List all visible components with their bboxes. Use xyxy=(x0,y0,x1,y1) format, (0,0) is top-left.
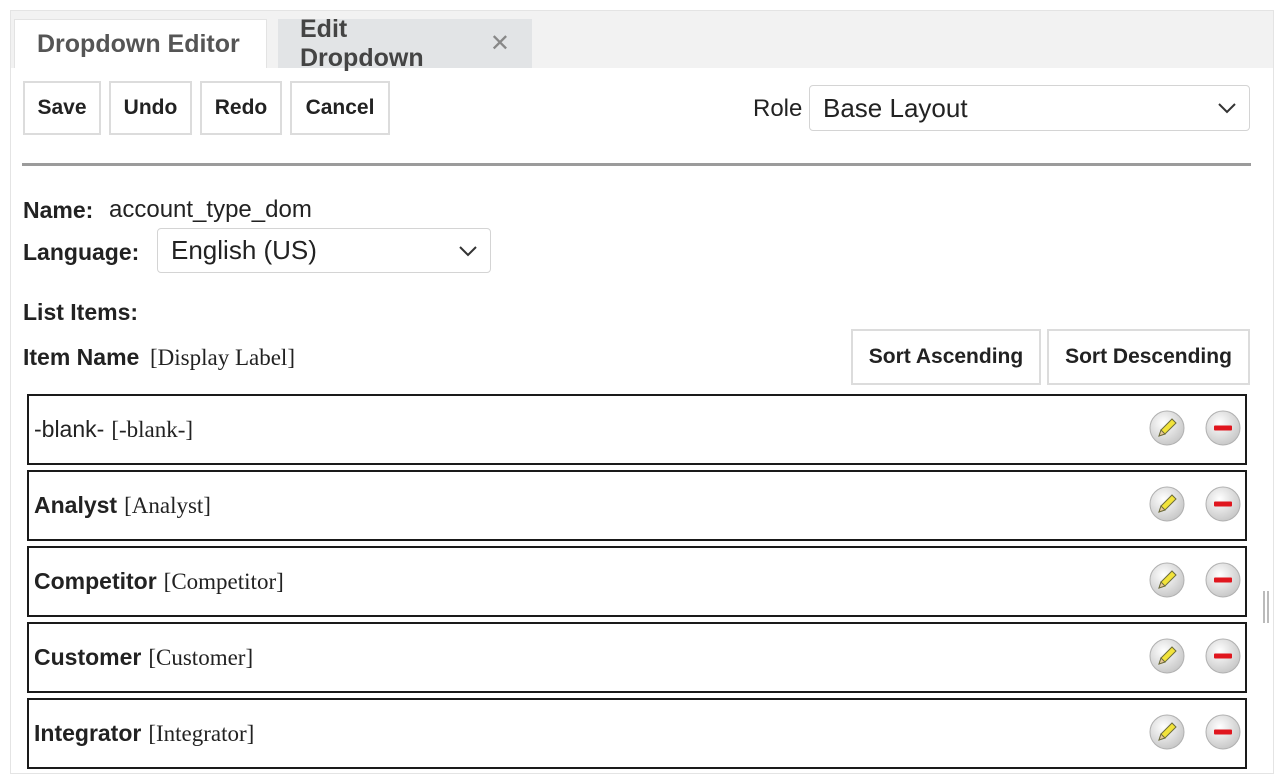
chevron-down-icon xyxy=(1218,103,1236,114)
minus-circle-icon[interactable] xyxy=(1205,486,1241,522)
undo-button[interactable]: Undo xyxy=(109,81,192,135)
list-item-text: Competitor [Competitor] xyxy=(34,548,284,615)
pencil-icon[interactable] xyxy=(1149,410,1185,446)
item-name: Integrator xyxy=(34,720,142,746)
tab-label: Dropdown Editor xyxy=(37,29,240,58)
sort-descending-button[interactable]: Sort Descending xyxy=(1047,329,1250,385)
role-label: Role xyxy=(753,95,803,122)
name-label: Name: xyxy=(23,197,94,223)
minus-circle-icon[interactable] xyxy=(1205,410,1241,446)
tab-label: Edit Dropdown xyxy=(300,14,424,72)
minus-circle-icon[interactable] xyxy=(1205,638,1241,674)
minus-circle-icon[interactable] xyxy=(1205,562,1241,598)
tab-bar: Dropdown Editor Edit Dropdown ✕ xyxy=(11,11,1273,72)
pencil-icon[interactable] xyxy=(1149,638,1185,674)
list-item[interactable]: Competitor [Competitor] xyxy=(27,546,1247,617)
pencil-icon[interactable] xyxy=(1149,486,1185,522)
dropdown-editor-window: Dropdown Editor Edit Dropdown ✕ Save Und… xyxy=(10,10,1274,774)
list-item[interactable]: Analyst [Analyst] xyxy=(27,470,1247,541)
minus-circle-icon[interactable] xyxy=(1205,714,1241,750)
item-name: -blank- xyxy=(34,416,105,442)
list-item[interactable]: Customer [Customer] xyxy=(27,622,1247,693)
item-display-label: [Customer] xyxy=(148,644,254,670)
pencil-icon[interactable] xyxy=(1149,714,1185,750)
list-item-text: Analyst [Analyst] xyxy=(34,472,211,539)
item-name: Analyst xyxy=(34,492,118,518)
name-value: account_type_dom xyxy=(109,196,312,223)
item-display-label: [Integrator] xyxy=(148,720,255,746)
list-item-text: Integrator [Integrator] xyxy=(34,700,254,767)
list-item-text: -blank- [-blank-] xyxy=(34,396,193,463)
chevron-down-icon xyxy=(459,245,477,256)
divider xyxy=(22,163,1251,166)
resize-handle[interactable] xyxy=(1263,591,1269,623)
list-item-text: Customer [Customer] xyxy=(34,624,253,691)
item-display-label: [Competitor] xyxy=(163,568,284,594)
cancel-button[interactable]: Cancel xyxy=(290,81,390,135)
role-selected-value: Base Layout xyxy=(823,92,968,123)
list-item[interactable]: -blank- [-blank-] xyxy=(27,394,1247,465)
language-selected-value: English (US) xyxy=(171,235,317,265)
language-select[interactable]: English (US) xyxy=(157,228,491,273)
item-name-header: Item Name xyxy=(23,344,140,370)
pencil-icon[interactable] xyxy=(1149,562,1185,598)
item-display-label: [-blank-] xyxy=(111,416,194,442)
language-label: Language: xyxy=(23,239,140,265)
tab-dropdown-editor[interactable]: Dropdown Editor xyxy=(14,19,267,68)
tab-edit-dropdown[interactable]: Edit Dropdown ✕ xyxy=(278,15,532,72)
list-item[interactable]: Integrator [Integrator] xyxy=(27,698,1247,769)
item-name: Competitor xyxy=(34,568,157,594)
redo-button[interactable]: Redo xyxy=(200,81,282,135)
close-icon[interactable]: ✕ xyxy=(490,29,510,58)
item-display-label: [Analyst] xyxy=(124,492,211,518)
sort-ascending-button[interactable]: Sort Ascending xyxy=(851,329,1041,385)
role-select[interactable]: Base Layout xyxy=(809,85,1250,131)
list-items-label: List Items: xyxy=(23,299,139,325)
display-label-header: [Display Label] xyxy=(150,345,295,370)
save-button[interactable]: Save xyxy=(23,81,101,135)
item-name: Customer xyxy=(34,644,142,670)
